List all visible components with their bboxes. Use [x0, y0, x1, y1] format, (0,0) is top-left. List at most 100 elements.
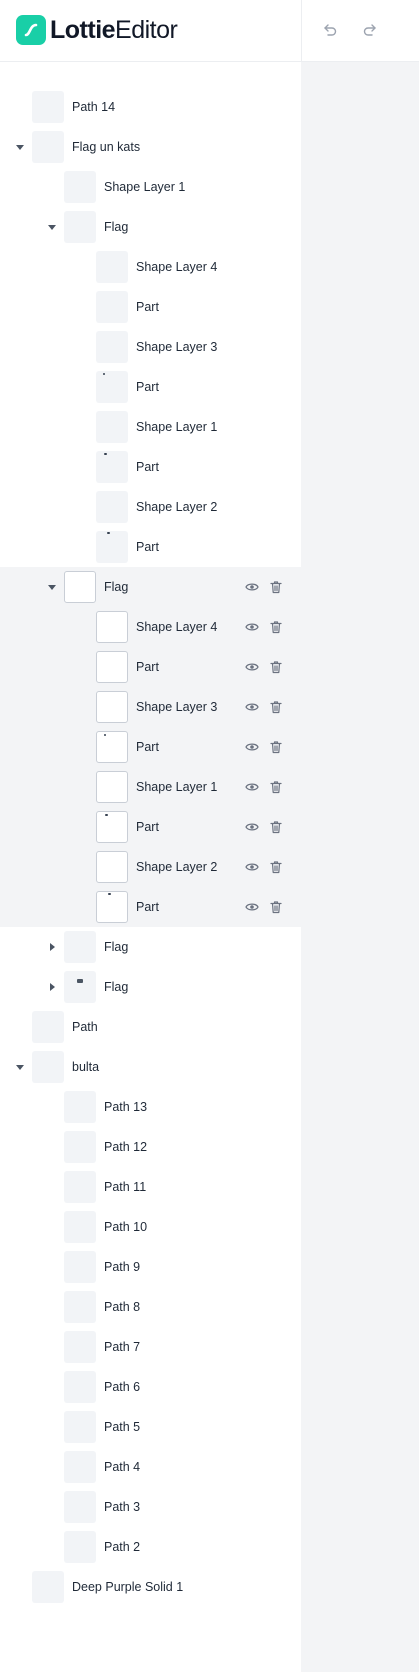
- trash-icon[interactable]: [268, 579, 284, 595]
- layer-row[interactable]: Part: [0, 527, 301, 567]
- layer-row[interactable]: Flag: [0, 927, 301, 967]
- trash-icon[interactable]: [268, 699, 284, 715]
- layer-name: Part: [136, 380, 159, 394]
- caret-down-icon[interactable]: [12, 139, 28, 155]
- layer-row[interactable]: Path 11: [0, 1167, 301, 1207]
- layer-row[interactable]: bulta: [0, 1047, 301, 1087]
- layer-row[interactable]: Part: [0, 287, 301, 327]
- layer-name: Part: [136, 740, 159, 754]
- layer-row[interactable]: Shape Layer 1: [0, 767, 301, 807]
- layer-name: Deep Purple Solid 1: [72, 1580, 184, 1594]
- layer-row[interactable]: Path 4: [0, 1447, 301, 1487]
- eye-icon[interactable]: [244, 779, 260, 795]
- redo-button[interactable]: [358, 18, 382, 42]
- caret-right-icon[interactable]: [44, 939, 60, 955]
- layer-row[interactable]: Deep Purple Solid 1: [0, 1567, 301, 1607]
- layer-name: Path 8: [104, 1300, 141, 1314]
- layer-row[interactable]: Flag: [0, 207, 301, 247]
- layer-row[interactable]: Path 9: [0, 1247, 301, 1287]
- layer-thumbnail: [64, 1291, 96, 1323]
- layer-row[interactable]: Path 2: [0, 1527, 301, 1567]
- app-title-bold: Lottie: [50, 16, 116, 44]
- layer-name: Flag: [104, 580, 129, 594]
- eye-icon[interactable]: [244, 579, 260, 595]
- layer-row[interactable]: Part: [0, 447, 301, 487]
- layer-row[interactable]: Part: [0, 887, 301, 927]
- trash-icon[interactable]: [268, 899, 284, 915]
- layer-name: Flag: [104, 980, 129, 994]
- trash-icon[interactable]: [268, 659, 284, 675]
- layer-name: Part: [136, 660, 159, 674]
- layer-row[interactable]: Shape Layer 2: [0, 847, 301, 887]
- trash-icon[interactable]: [268, 739, 284, 755]
- layer-thumbnail: [64, 1331, 96, 1363]
- layer-name: bulta: [72, 1060, 100, 1074]
- eye-icon[interactable]: [244, 739, 260, 755]
- layer-name: Flag un kats: [72, 140, 141, 154]
- layer-name: Path 4: [104, 1460, 141, 1474]
- layer-thumbnail: [96, 411, 128, 443]
- layer-thumbnail: [96, 451, 128, 483]
- layer-name: Part: [136, 900, 159, 914]
- canvas-area[interactable]: [301, 62, 419, 1672]
- layer-name: Path 7: [104, 1340, 141, 1354]
- eye-icon[interactable]: [244, 819, 260, 835]
- layer-row[interactable]: Path 13: [0, 1087, 301, 1127]
- layer-thumbnail: [64, 211, 96, 243]
- layer-thumbnail: [64, 1251, 96, 1283]
- layer-row[interactable]: Flag un kats: [0, 127, 301, 167]
- layer-row[interactable]: Flag: [0, 967, 301, 1007]
- eye-icon[interactable]: [244, 699, 260, 715]
- layer-row[interactable]: Shape Layer 1: [0, 407, 301, 447]
- trash-icon[interactable]: [268, 779, 284, 795]
- layer-row[interactable]: Shape Layer 1: [0, 167, 301, 207]
- layer-row[interactable]: Path 14: [0, 87, 301, 127]
- layer-row[interactable]: Path 5: [0, 1407, 301, 1447]
- layer-row[interactable]: Path 8: [0, 1287, 301, 1327]
- layer-row[interactable]: Path 6: [0, 1367, 301, 1407]
- caret-down-icon[interactable]: [12, 1059, 28, 1075]
- trash-icon[interactable]: [268, 859, 284, 875]
- layer-row[interactable]: Shape Layer 3: [0, 687, 301, 727]
- layer-name: Path 13: [104, 1100, 148, 1114]
- layer-row[interactable]: Path 12: [0, 1127, 301, 1167]
- layer-thumbnail: [64, 931, 96, 963]
- eye-icon[interactable]: [244, 619, 260, 635]
- caret-down-icon[interactable]: [44, 219, 60, 235]
- layer-row[interactable]: Path: [0, 1007, 301, 1047]
- layer-thumbnail: [32, 1571, 64, 1603]
- app-title: LottieEditor: [50, 15, 178, 45]
- eye-icon[interactable]: [244, 899, 260, 915]
- layer-row[interactable]: Shape Layer 4: [0, 607, 301, 647]
- layer-row[interactable]: Path 10: [0, 1207, 301, 1247]
- layer-row[interactable]: Path 3: [0, 1487, 301, 1527]
- layer-row[interactable]: Part: [0, 727, 301, 767]
- layer-name: Path 6: [104, 1380, 141, 1394]
- thumbnail-mark: [104, 453, 107, 455]
- trash-icon[interactable]: [268, 619, 284, 635]
- app-logo[interactable]: LottieEditor: [16, 15, 178, 45]
- layer-row[interactable]: Part: [0, 647, 301, 687]
- thumbnail-mark: [103, 373, 105, 375]
- layer-thumbnail: [96, 331, 128, 363]
- layer-name: Shape Layer 1: [136, 420, 218, 434]
- layer-row[interactable]: Part: [0, 807, 301, 847]
- trash-icon[interactable]: [268, 819, 284, 835]
- layer-row[interactable]: Path 7: [0, 1327, 301, 1367]
- layer-name: Shape Layer 4: [136, 260, 218, 274]
- layer-row[interactable]: Part: [0, 367, 301, 407]
- layer-row[interactable]: Shape Layer 4: [0, 247, 301, 287]
- layer-thumbnail: [96, 691, 128, 723]
- undo-button[interactable]: [318, 18, 342, 42]
- caret-right-icon[interactable]: [44, 979, 60, 995]
- layer-row[interactable]: Shape Layer 2: [0, 487, 301, 527]
- layer-thumbnail: [64, 171, 96, 203]
- caret-down-icon[interactable]: [44, 579, 60, 595]
- layer-row[interactable]: Shape Layer 3: [0, 327, 301, 367]
- layer-name: Path 9: [104, 1260, 141, 1274]
- layer-name: Flag: [104, 220, 129, 234]
- layer-thumbnail: [96, 611, 128, 643]
- eye-icon[interactable]: [244, 659, 260, 675]
- eye-icon[interactable]: [244, 859, 260, 875]
- layer-row[interactable]: Flag: [0, 567, 301, 607]
